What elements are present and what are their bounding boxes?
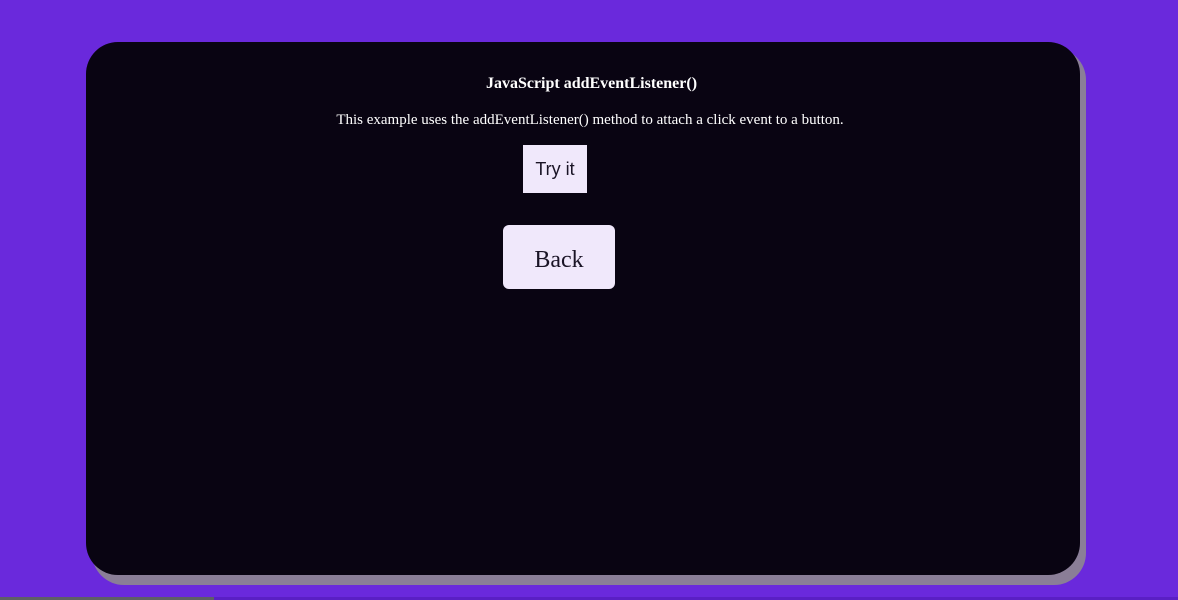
page-description: This example uses the addEventListener()… xyxy=(336,112,844,128)
try-it-button[interactable]: Try it xyxy=(523,145,587,193)
page-title: JavaScript addEventListener() xyxy=(485,75,698,92)
back-button[interactable]: Back xyxy=(503,225,615,289)
